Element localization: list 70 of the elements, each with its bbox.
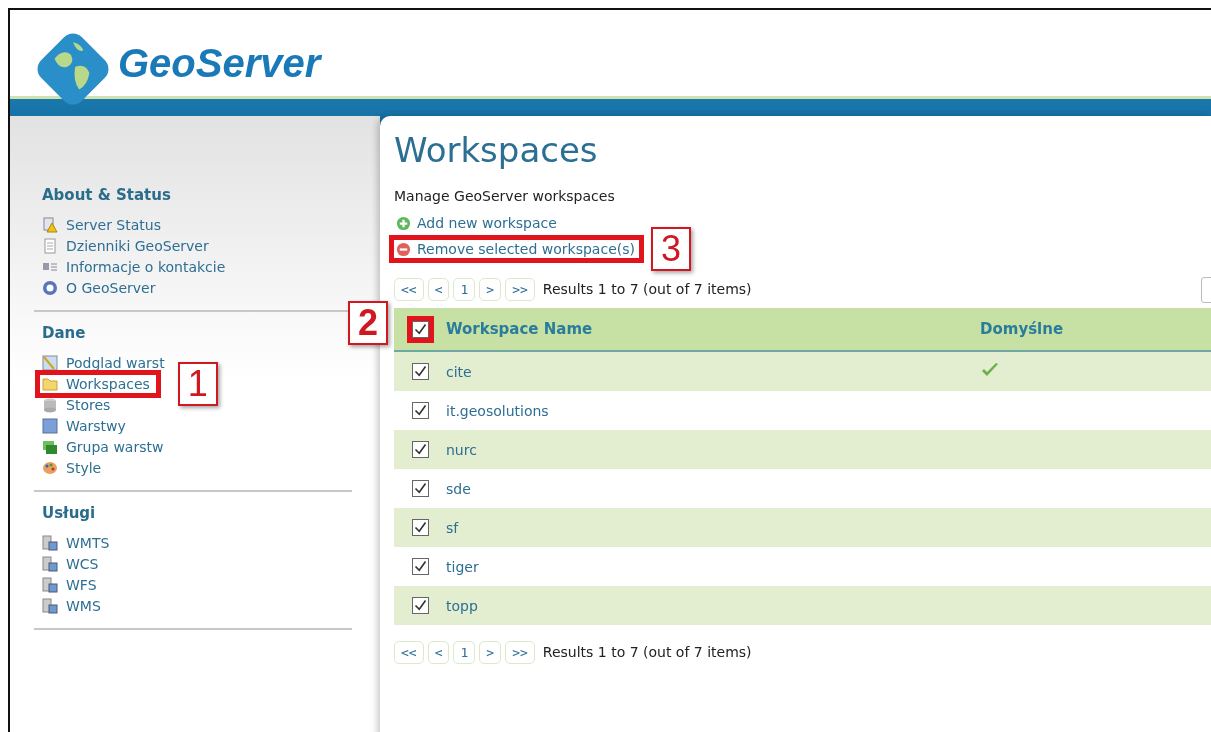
- remove-icon: [396, 241, 411, 257]
- sidebar-link[interactable]: WFS: [40, 575, 103, 594]
- sidebar-link[interactable]: Stores: [40, 395, 117, 414]
- sidebar-link[interactable]: O GeoServer: [40, 278, 162, 297]
- pager-button[interactable]: >>: [505, 277, 535, 301]
- pager-button[interactable]: <<: [394, 277, 424, 301]
- sidebar-link[interactable]: Server Status: [40, 215, 167, 234]
- palette-icon: [42, 459, 58, 476]
- workspace-link[interactable]: nurc: [446, 441, 477, 458]
- page-title: Workspaces: [394, 130, 599, 170]
- row-checkbox[interactable]: [411, 441, 429, 458]
- workspace-link[interactable]: sde: [446, 480, 471, 497]
- action-link[interactable]: Add new workspace: [394, 214, 561, 232]
- workspace-link[interactable]: it.geosolutions: [446, 402, 549, 419]
- section-heading: Usługi: [42, 504, 97, 522]
- callout-number: 2: [347, 300, 388, 345]
- sidebar-link[interactable]: Informacje o kontakcie: [40, 257, 232, 276]
- column-header[interactable]: Domyślne: [980, 320, 1211, 338]
- server-icon: [42, 555, 58, 572]
- sidebar-link[interactable]: WMS: [40, 596, 107, 615]
- server-icon: [42, 534, 58, 551]
- row-checkbox[interactable]: [411, 597, 429, 614]
- row-checkbox[interactable]: [411, 363, 429, 380]
- results-summary: Results 1 to 7 (out of 7 items): [542, 644, 752, 660]
- sidebar-link[interactable]: Style: [40, 458, 108, 477]
- logo-text: GeoServer: [118, 41, 321, 86]
- workspace-link[interactable]: cite: [446, 363, 472, 380]
- select-all-checkbox[interactable]: [411, 320, 429, 338]
- help-icon: [42, 279, 58, 296]
- server-icon: [42, 597, 58, 614]
- pager-button[interactable]: >: [479, 640, 502, 664]
- row-checkbox[interactable]: [411, 480, 429, 497]
- database-icon: [42, 396, 58, 413]
- workspace-link[interactable]: topp: [446, 597, 478, 614]
- row-checkbox[interactable]: [411, 402, 429, 419]
- pager-button[interactable]: >>: [505, 640, 535, 664]
- section-heading: About & Status: [42, 186, 172, 204]
- pager-button[interactable]: <<: [394, 640, 424, 664]
- add-icon: [396, 215, 411, 231]
- layer-icon: [42, 417, 58, 434]
- document-icon: [42, 237, 58, 254]
- pager-button[interactable]: 1: [453, 640, 476, 664]
- sidebar-link[interactable]: Warstwy: [40, 416, 132, 435]
- folder-icon: [42, 375, 58, 392]
- workspace-link[interactable]: tiger: [446, 558, 479, 575]
- results-summary: Results 1 to 7 (out of 7 items): [542, 281, 752, 297]
- warning-icon: [42, 216, 58, 233]
- sidebar-link[interactable]: WCS: [40, 554, 105, 573]
- layers-icon: [42, 438, 58, 455]
- sidebar-link[interactable]: WMTS: [40, 533, 116, 552]
- callout-number: 3: [651, 227, 691, 271]
- sidebar-link[interactable]: Grupa warstw: [40, 437, 170, 456]
- pager-button[interactable]: <: [427, 640, 450, 664]
- section-heading: Dane: [42, 324, 87, 342]
- server-icon: [42, 576, 58, 593]
- page-description: Manage GeoServer workspaces: [394, 188, 616, 204]
- map-icon: [42, 354, 58, 371]
- pager-button[interactable]: <: [427, 277, 450, 301]
- workspace-link[interactable]: sf: [446, 519, 459, 536]
- search-field[interactable]: [1201, 277, 1211, 303]
- callout-number: 1: [177, 361, 218, 406]
- row-checkbox[interactable]: [411, 519, 429, 536]
- sidebar-link[interactable]: Podglad warst: [40, 353, 171, 372]
- row-checkbox[interactable]: [411, 558, 429, 575]
- pager-button[interactable]: >: [479, 277, 502, 301]
- pager-button[interactable]: 1: [453, 277, 476, 301]
- sidebar-link[interactable]: Dzienniki GeoServer: [40, 236, 215, 255]
- action-link[interactable]: Remove selected workspace(s): [394, 240, 639, 258]
- column-header[interactable]: Workspace Name: [446, 320, 980, 338]
- sidebar-link[interactable]: Workspaces: [40, 374, 156, 393]
